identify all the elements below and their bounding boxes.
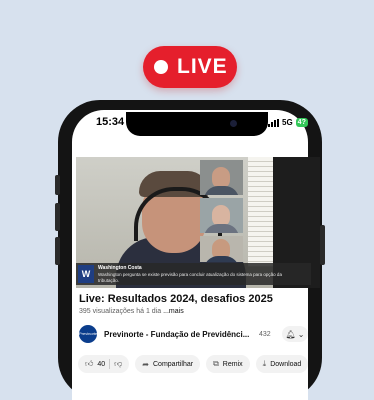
video-title[interactable]: Live: Resultados 2024, desafios 2025 [79,293,273,305]
front-camera-icon [230,120,237,127]
live-dot-icon [154,60,168,74]
status-time: 15:34 [96,116,125,128]
lower-third-logo: W [78,265,94,283]
signal-icon [268,118,279,127]
more-link[interactable]: ...mais [163,308,184,315]
subscriber-count: 432 [259,331,271,338]
lower-third-text: Washington pergunta se existe previsão p… [98,272,282,283]
video-meta[interactable]: 395 visualizações há 1 dia ...mais [79,308,184,315]
like-count: 40 [97,360,106,368]
view-count: 395 visualizações [79,308,135,315]
network-type: 5G [282,118,293,127]
chevron-down-icon: ⌄ [297,329,305,339]
live-badge: LIVE [143,46,237,88]
download-label: Download [270,360,302,368]
dynamic-island [126,112,268,136]
remix-icon: ⧉ [213,359,219,368]
divider [109,359,111,369]
phone-volume-down [55,237,60,265]
download-button[interactable]: ⤓ Download [255,355,309,373]
thumbs-up-icon[interactable]: 👍︎ [85,359,93,369]
remix-label: Remix [222,360,243,368]
remix-button[interactable]: ⧉ Remix [206,355,250,373]
bell-icon: 🔔︎ [285,329,296,339]
like-dislike-button[interactable]: 👍︎ 40 👎︎ [78,355,130,373]
participant-tile [200,198,243,233]
share-button[interactable]: ➦ Compartilhar [135,355,201,373]
battery-icon: 4? [295,118,308,127]
live-label: LIVE [177,55,228,78]
action-bar: 👍︎ 40 👎︎ ➦ Compartilhar ⧉ Remix ⤓ Downlo… [78,355,309,373]
lower-third-name: Washington Costa [98,265,142,271]
participant-tile [200,236,243,262]
phone-silent-switch [55,175,60,195]
thumbs-down-icon[interactable]: 👎︎ [114,359,122,369]
download-icon: ⤓ [262,359,267,368]
notification-bell-button[interactable]: 🔔︎ ⌄ [282,326,308,342]
phone-volume-up [55,203,60,231]
channel-name[interactable]: Previnorte - Fundação de Previdênci... [104,330,249,339]
participant-tile [200,160,243,195]
share-icon: ➦ [142,359,149,369]
channel-row: Previnorte Previnorte - Fundação de Prev… [79,325,311,347]
channel-avatar[interactable]: Previnorte [79,325,97,343]
phone-power-button [320,225,325,265]
upload-age: há 1 dia [136,308,162,315]
status-icons: 5G 4? [268,118,308,127]
share-label: Compartilhar [153,360,194,368]
